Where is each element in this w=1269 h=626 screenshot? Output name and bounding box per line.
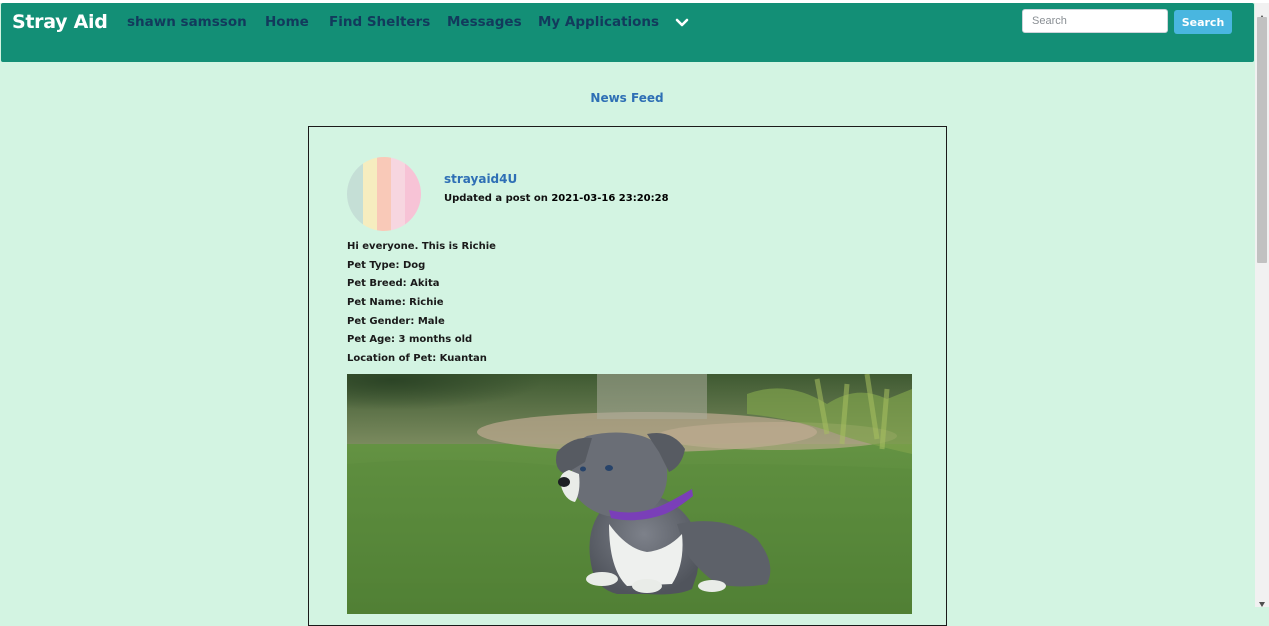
post-photo[interactable] bbox=[347, 374, 912, 614]
nav-messages[interactable]: Messages bbox=[447, 14, 522, 30]
post-line-pet-breed: Pet Breed: Akita bbox=[347, 278, 440, 290]
nav-home[interactable]: Home bbox=[265, 14, 309, 30]
nav-user-profile[interactable]: shawn samsson bbox=[127, 14, 247, 30]
post-meta-prefix: Updated a post on bbox=[444, 193, 548, 204]
scroll-up-arrow-icon[interactable] bbox=[1258, 7, 1266, 20]
search-button[interactable]: Search bbox=[1174, 10, 1232, 34]
search-input[interactable] bbox=[1022, 9, 1168, 33]
navbar: Stray Aid shawn samsson Home Find Shelte… bbox=[1, 3, 1254, 62]
post-line-pet-type: Pet Type: Dog bbox=[347, 259, 426, 271]
post-line-pet-name: Pet Name: Richie bbox=[347, 297, 444, 309]
post-line-greeting: Hi everyone. This is Richie bbox=[347, 241, 496, 252]
brand-logo[interactable]: Stray Aid bbox=[12, 11, 108, 33]
avatar[interactable] bbox=[347, 157, 421, 231]
post-timestamp: 2021-03-16 23:20:28 bbox=[551, 193, 669, 204]
chevron-down-icon[interactable] bbox=[675, 14, 689, 27]
post-username[interactable]: strayaid4U bbox=[444, 172, 517, 186]
page-title: News Feed bbox=[590, 91, 664, 105]
nav-find-shelters[interactable]: Find Shelters bbox=[329, 14, 430, 30]
scrollbar[interactable] bbox=[1255, 3, 1269, 607]
post-line-pet-gender: Pet Gender: Male bbox=[347, 315, 445, 327]
post-line-pet-location: Location of Pet: Kuantan bbox=[347, 353, 487, 365]
post-meta: Updated a post on 2021-03-16 23:20:28 bbox=[444, 193, 669, 204]
post-line-pet-age: Pet Age: 3 months old bbox=[347, 334, 473, 346]
post-body: Hi everyone. This is Richie Pet Type: Do… bbox=[347, 238, 496, 369]
scroll-down-arrow-icon[interactable] bbox=[1258, 593, 1266, 607]
post-card: strayaid4U Updated a post on 2021-03-16 … bbox=[308, 126, 947, 626]
scrollbar-thumb[interactable] bbox=[1257, 17, 1267, 263]
nav-my-applications[interactable]: My Applications bbox=[538, 14, 659, 30]
